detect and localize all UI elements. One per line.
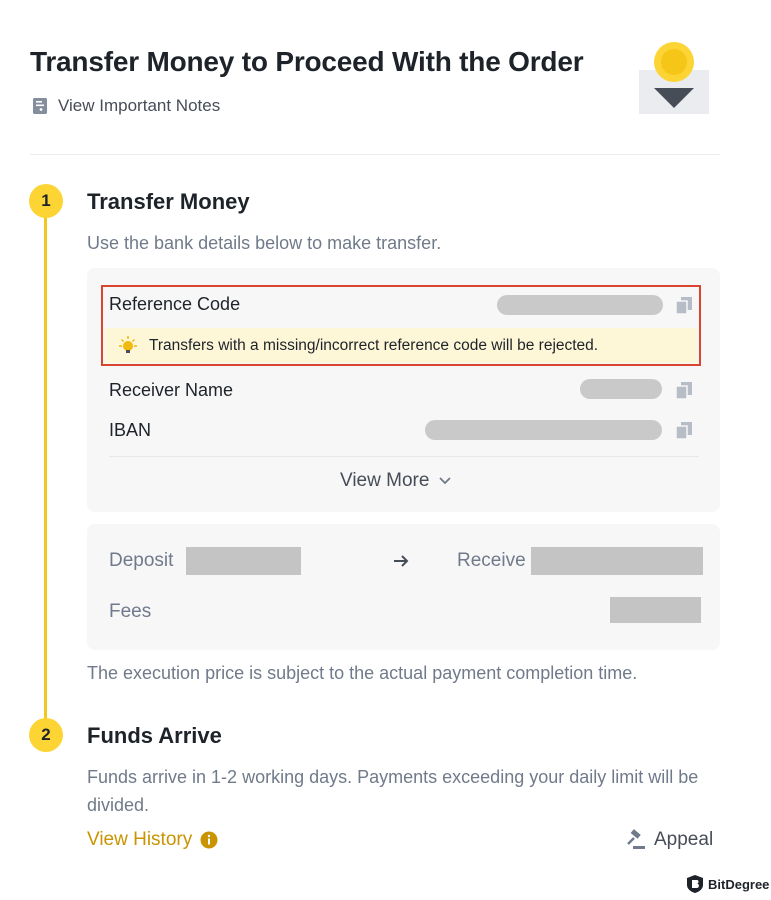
receive-value-redacted: [531, 547, 703, 575]
reference-warning: Transfers with a missing/incorrect refer…: [105, 328, 697, 363]
deposit-value-redacted: [186, 547, 301, 575]
receive-label: Receive: [457, 550, 526, 571]
timeline-line: [44, 215, 47, 720]
watermark-label: BitDegree: [708, 876, 770, 892]
copy-icon: [675, 422, 692, 440]
header-divider: [30, 154, 720, 155]
gavel-icon: [627, 829, 645, 849]
bitdegree-logo-icon: [687, 875, 703, 893]
deposit-summary-card: [87, 524, 720, 650]
step-2-title: Funds Arrive: [87, 723, 222, 748]
fees-value-redacted: [610, 597, 701, 623]
copy-reference-code-button[interactable]: [674, 295, 694, 315]
copy-iban-button[interactable]: [674, 420, 694, 440]
transfer-illustration-icon: [639, 42, 709, 114]
step-1-title: Transfer Money: [87, 189, 250, 214]
view-more-button[interactable]: View More: [340, 470, 452, 492]
view-important-notes-link[interactable]: View Important Notes: [32, 96, 220, 116]
page-title: Transfer Money to Proceed With the Order: [30, 46, 584, 77]
execution-price-note: The execution price is subject to the ac…: [87, 663, 638, 683]
appeal-button[interactable]: Appeal: [624, 829, 713, 851]
iban-value-redacted: [425, 420, 662, 440]
bitdegree-watermark: BitDegree: [686, 874, 769, 894]
reference-warning-text: Transfers with a missing/incorrect refer…: [149, 336, 599, 354]
step-1-badge: 1: [29, 184, 63, 218]
reference-code-value-redacted: [497, 295, 663, 315]
step-1-description: Use the bank details below to make trans…: [87, 233, 442, 253]
notes-link-label: View Important Notes: [58, 96, 221, 115]
chevron-down-icon: [439, 477, 452, 485]
reference-code-label: Reference Code: [109, 294, 241, 314]
fees-label: Fees: [109, 601, 152, 622]
view-history-link[interactable]: View History: [87, 829, 218, 851]
iban-label: IBAN: [109, 420, 152, 440]
appeal-label: Appeal: [654, 829, 714, 850]
copy-icon: [675, 382, 692, 400]
copy-icon: [675, 297, 692, 315]
view-more-label: View More: [340, 470, 430, 491]
arrow-right-icon: [394, 555, 409, 567]
receiver-name-value-redacted: [580, 379, 662, 399]
bank-card-divider: [109, 456, 699, 457]
notes-icon: [33, 98, 47, 114]
info-icon: [200, 831, 218, 849]
receiver-name-label: Receiver Name: [109, 380, 234, 400]
step-2-badge: 2: [29, 718, 63, 752]
view-history-label: View History: [87, 829, 193, 850]
step-2-description: Funds arrive in 1-2 working days. Paymen…: [87, 767, 699, 815]
bulb-icon: [119, 335, 137, 353]
copy-receiver-name-button[interactable]: [674, 380, 694, 400]
deposit-label: Deposit: [109, 550, 174, 571]
